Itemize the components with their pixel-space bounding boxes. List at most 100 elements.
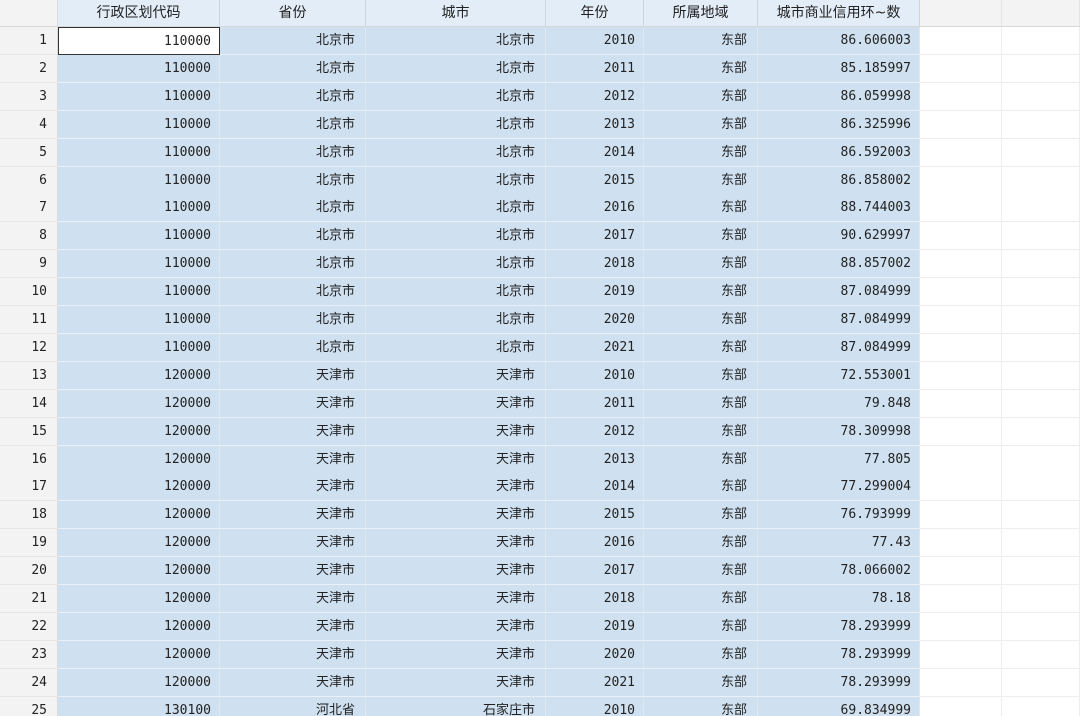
cell-code[interactable]: 110000: [58, 222, 220, 251]
row-number[interactable]: 11: [0, 306, 58, 334]
empty-cell[interactable]: [1002, 612, 1080, 641]
cell-region[interactable]: 东部: [644, 585, 758, 613]
cell-city[interactable]: 石家庄市: [366, 696, 546, 716]
cell-city[interactable]: 北京市: [366, 333, 546, 362]
row-number[interactable]: 10: [0, 278, 58, 307]
cell-code[interactable]: 120000: [58, 612, 220, 641]
cell-code[interactable]: 110000: [58, 82, 220, 111]
cell-province[interactable]: 北京市: [220, 306, 366, 334]
cell-province[interactable]: 天津市: [220, 445, 366, 474]
cell-province[interactable]: 天津市: [220, 361, 366, 390]
empty-cell[interactable]: [1002, 110, 1080, 139]
cell-city[interactable]: 天津市: [366, 389, 546, 418]
cell-city[interactable]: 北京市: [366, 222, 546, 251]
cell-value[interactable]: 69.834999: [758, 696, 920, 716]
cell-code[interactable]: 110000: [58, 27, 220, 55]
cell-year[interactable]: 2016: [546, 194, 644, 223]
cell-value[interactable]: 85.185997: [758, 54, 920, 83]
column-header-value[interactable]: 城市商业信用环~数: [758, 0, 920, 26]
cell-city[interactable]: 天津市: [366, 473, 546, 502]
cell-city[interactable]: 天津市: [366, 585, 546, 613]
cell-code[interactable]: 120000: [58, 668, 220, 697]
empty-cell[interactable]: [920, 640, 1002, 669]
empty-cell[interactable]: [920, 529, 1002, 558]
cell-province[interactable]: 天津市: [220, 668, 366, 697]
cell-province[interactable]: 北京市: [220, 222, 366, 251]
cell-year[interactable]: 2013: [546, 110, 644, 139]
column-header-province[interactable]: 省份: [220, 0, 366, 26]
cell-year[interactable]: 2021: [546, 333, 644, 362]
cell-value[interactable]: 86.606003: [758, 27, 920, 55]
empty-cell[interactable]: [920, 278, 1002, 307]
row-number[interactable]: 12: [0, 333, 58, 362]
row-number[interactable]: 2: [0, 54, 58, 83]
cell-value[interactable]: 78.309998: [758, 417, 920, 446]
cell-region[interactable]: 东部: [644, 445, 758, 474]
row-number[interactable]: 7: [0, 194, 58, 223]
row-number[interactable]: 3: [0, 82, 58, 111]
cell-value[interactable]: 77.43: [758, 529, 920, 558]
cell-value[interactable]: 78.293999: [758, 640, 920, 669]
empty-cell[interactable]: [920, 612, 1002, 641]
empty-cell[interactable]: [1002, 696, 1080, 716]
cell-value[interactable]: 78.293999: [758, 668, 920, 697]
cell-value[interactable]: 86.325996: [758, 110, 920, 139]
cell-code[interactable]: 120000: [58, 640, 220, 669]
cell-city[interactable]: 北京市: [366, 306, 546, 334]
empty-cell[interactable]: [920, 222, 1002, 251]
row-number[interactable]: 14: [0, 389, 58, 418]
column-header-region[interactable]: 所属地域: [644, 0, 758, 26]
cell-city[interactable]: 天津市: [366, 612, 546, 641]
cell-region[interactable]: 东部: [644, 696, 758, 716]
empty-cell[interactable]: [1002, 361, 1080, 390]
cell-city[interactable]: 北京市: [366, 110, 546, 139]
cell-code[interactable]: 130100: [58, 696, 220, 716]
cell-year[interactable]: 2012: [546, 82, 644, 111]
empty-cell[interactable]: [920, 501, 1002, 530]
cell-city[interactable]: 天津市: [366, 361, 546, 390]
empty-cell[interactable]: [1002, 82, 1080, 111]
cell-value[interactable]: 78.18: [758, 585, 920, 613]
row-number[interactable]: 9: [0, 250, 58, 279]
empty-cell[interactable]: [1002, 222, 1080, 251]
row-number[interactable]: 15: [0, 417, 58, 446]
cell-value[interactable]: 77.805: [758, 445, 920, 474]
cell-region[interactable]: 东部: [644, 54, 758, 83]
cell-year[interactable]: 2011: [546, 54, 644, 83]
row-number[interactable]: 21: [0, 585, 58, 613]
cell-province[interactable]: 北京市: [220, 110, 366, 139]
cell-code[interactable]: 110000: [58, 333, 220, 362]
cell-city[interactable]: 北京市: [366, 250, 546, 279]
empty-cell[interactable]: [1002, 278, 1080, 307]
empty-cell[interactable]: [1002, 668, 1080, 697]
cell-province[interactable]: 北京市: [220, 54, 366, 83]
cell-province[interactable]: 北京市: [220, 194, 366, 223]
empty-cell[interactable]: [920, 557, 1002, 586]
cell-city[interactable]: 北京市: [366, 278, 546, 307]
cell-year[interactable]: 2013: [546, 445, 644, 474]
empty-cell[interactable]: [1002, 333, 1080, 362]
empty-cell[interactable]: [1002, 54, 1080, 83]
cell-year[interactable]: 2019: [546, 612, 644, 641]
empty-cell[interactable]: [920, 82, 1002, 111]
empty-cell[interactable]: [920, 306, 1002, 334]
cell-province[interactable]: 北京市: [220, 278, 366, 307]
cell-region[interactable]: 东部: [644, 250, 758, 279]
cell-region[interactable]: 东部: [644, 222, 758, 251]
empty-cell[interactable]: [920, 389, 1002, 418]
cell-region[interactable]: 东部: [644, 389, 758, 418]
cell-year[interactable]: 2011: [546, 389, 644, 418]
corner-cell[interactable]: [0, 0, 58, 26]
row-number[interactable]: 17: [0, 473, 58, 502]
cell-province[interactable]: 天津市: [220, 640, 366, 669]
cell-year[interactable]: 2021: [546, 668, 644, 697]
cell-value[interactable]: 79.848: [758, 389, 920, 418]
empty-cell[interactable]: [920, 361, 1002, 390]
cell-city[interactable]: 天津市: [366, 529, 546, 558]
empty-cell[interactable]: [1002, 306, 1080, 334]
cell-region[interactable]: 东部: [644, 27, 758, 55]
row-number[interactable]: 25: [0, 696, 58, 716]
cell-city[interactable]: 天津市: [366, 417, 546, 446]
cell-code[interactable]: 120000: [58, 473, 220, 502]
cell-code[interactable]: 120000: [58, 557, 220, 586]
